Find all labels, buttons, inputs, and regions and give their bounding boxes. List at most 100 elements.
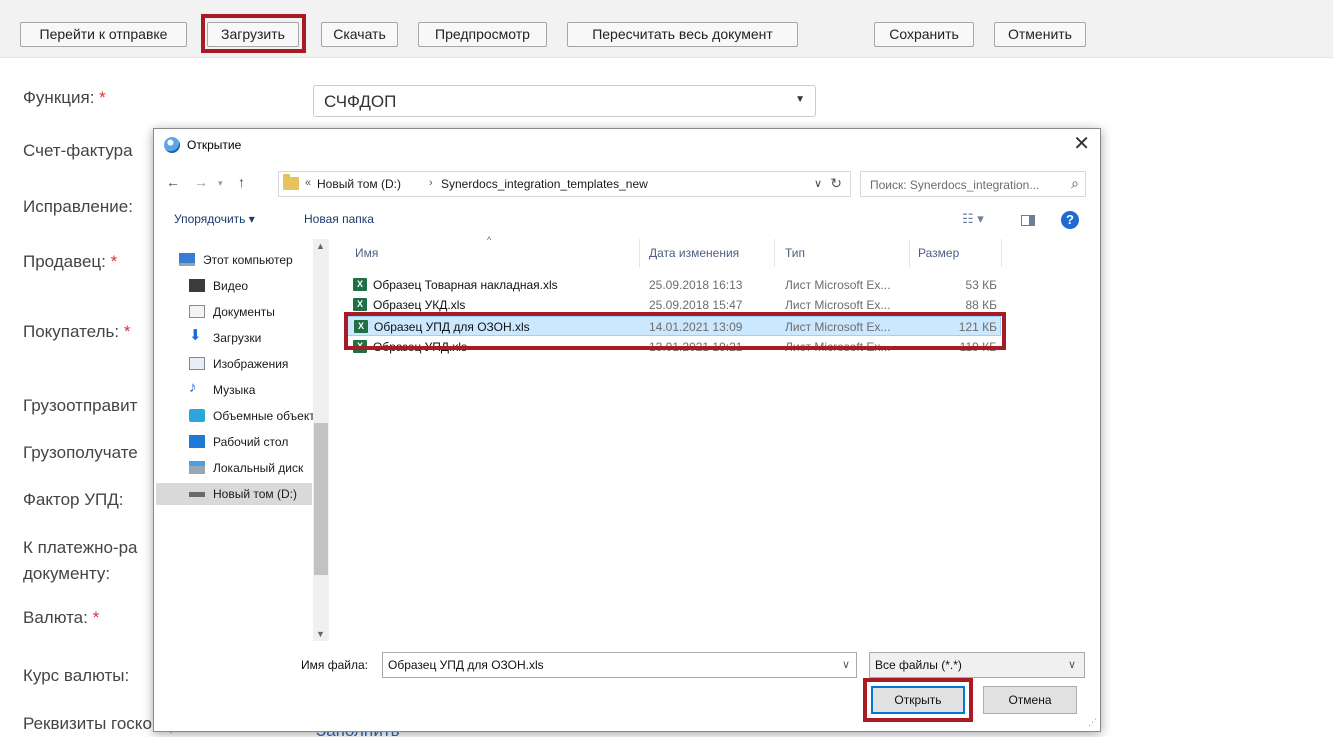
address-dropdown-icon[interactable]: ∨ (814, 177, 822, 190)
file-list: Имя ^ Дата изменения Тип Размер X Образе… (339, 235, 1099, 639)
factor-label: Фактор УПД: (23, 490, 124, 509)
new-folder-button[interactable]: Новая папка (304, 212, 374, 226)
video-icon (189, 279, 205, 292)
open-file-dialog: Открытие ✕ ← → ▾ ↑ « Новый том (D:) › Sy… (153, 128, 1101, 732)
navigation-row: ← → ▾ ↑ « Новый том (D:) › Synerdocs_int… (154, 169, 1100, 199)
tree-item-this-pc[interactable]: Этот компьютер (179, 249, 319, 271)
search-box[interactable]: Поиск: Synerdocs_integration... ⌕ (860, 171, 1086, 197)
breadcrumb-drive[interactable]: Новый том (D:) (317, 177, 401, 191)
history-chevron-icon[interactable]: ▾ (218, 178, 223, 189)
preview-pane-icon[interactable] (1021, 215, 1035, 226)
tree-item-3d-objects[interactable]: Объемные объекты (189, 405, 329, 427)
correction-label: Исправление: (23, 197, 133, 216)
filename-input[interactable]: Образец УПД для ОЗОН.xls ∨ (382, 652, 857, 678)
downloads-icon: ⬇ (189, 327, 202, 344)
images-icon (189, 357, 205, 370)
tree-item-music[interactable]: ♪ Музыка (189, 379, 329, 401)
excel-file-icon: X (354, 320, 368, 333)
file-row-selected[interactable]: X Образец УПД для ОЗОН.xls 14.01.2021 13… (345, 316, 1001, 336)
view-options-icon[interactable]: ☷ ▾ (962, 211, 984, 227)
computer-icon (179, 253, 195, 266)
file-row[interactable]: X Образец УПД.xls 13.01.2021 19:21 Лист … (345, 337, 1001, 357)
tree-item-video[interactable]: Видео (189, 275, 329, 297)
scroll-up-icon[interactable]: ▲ (316, 241, 325, 251)
breadcrumb-separator: › (429, 177, 433, 189)
chevron-down-icon[interactable]: ∨ (1068, 658, 1076, 671)
preview-button[interactable]: Предпросмотр (418, 22, 547, 47)
exchange-rate-label: Курс валюты: (23, 666, 130, 685)
drive-icon (189, 492, 205, 497)
function-label: Функция: * (23, 88, 106, 107)
tree-item-new-volume[interactable]: Новый том (D:) (156, 483, 312, 505)
function-select[interactable]: СЧФДОП ▼ (313, 85, 816, 117)
excel-file-icon: X (353, 298, 367, 311)
scrollbar-thumb[interactable] (314, 423, 328, 575)
column-type[interactable]: Тип (785, 246, 805, 260)
filetype-select[interactable]: Все файлы (*.*) ∨ (869, 652, 1085, 678)
function-value: СЧФДОП (324, 92, 397, 111)
excel-file-icon: X (353, 278, 367, 291)
refresh-icon[interactable]: ↻ (830, 175, 842, 192)
address-overflow[interactable]: « (305, 177, 311, 189)
file-row[interactable]: X Образец Товарная накладная.xls 25.09.2… (345, 275, 1001, 295)
forward-arrow-icon[interactable]: → (194, 174, 208, 190)
resize-grip-icon[interactable]: ⋰ (1088, 717, 1097, 728)
save-button[interactable]: Сохранить (874, 22, 974, 47)
upload-button[interactable]: Загрузить (207, 22, 299, 47)
address-bar[interactable]: « Новый том (D:) › Synerdocs_integration… (278, 171, 851, 197)
sort-chevron-icon: ^ (487, 235, 492, 245)
currency-label: Валюта: * (23, 608, 100, 627)
tree-scrollbar[interactable]: ▲ ▼ (313, 239, 329, 641)
cancel-edit-button[interactable]: Отменить (994, 22, 1086, 47)
open-button[interactable]: Открыть (871, 686, 965, 714)
tree-item-images[interactable]: Изображения (189, 353, 329, 375)
dialog-title: Открытие (187, 138, 242, 152)
close-icon[interactable]: ✕ (1073, 133, 1090, 155)
desktop-icon (189, 435, 205, 448)
filename-value: Образец УПД для ОЗОН.xls (388, 658, 544, 672)
up-arrow-icon[interactable]: ↑ (238, 174, 245, 190)
dialog-app-icon (164, 137, 180, 153)
recalculate-button[interactable]: Пересчитать весь документ (567, 22, 798, 47)
excel-file-icon: X (353, 340, 367, 353)
music-icon: ♪ (189, 379, 197, 396)
command-bar: Упорядочить ▾ Новая папка ☷ ▾ ? (154, 205, 1100, 235)
filetype-value: Все файлы (*.*) (875, 658, 962, 672)
3d-objects-icon (189, 409, 205, 422)
column-name[interactable]: Имя (355, 246, 378, 260)
back-arrow-icon[interactable]: ← (166, 174, 180, 190)
toolbar: Перейти к отправке Загрузить Скачать Пре… (0, 0, 1333, 58)
download-button[interactable]: Скачать (321, 22, 398, 47)
buyer-label: Покупатель: * (23, 322, 131, 341)
dialog-titlebar: Открытие ✕ (154, 129, 1100, 161)
breadcrumb-folder[interactable]: Synerdocs_integration_templates_new (441, 177, 648, 191)
tree-item-downloads[interactable]: ⬇ Загрузки (189, 327, 329, 349)
invoice-label: Счет-фактура (23, 141, 133, 160)
organize-button[interactable]: Упорядочить ▾ (174, 212, 255, 226)
cancel-button[interactable]: Отмена (983, 686, 1077, 714)
help-icon[interactable]: ? (1061, 211, 1079, 229)
chevron-down-icon[interactable]: ∨ (842, 658, 850, 671)
search-placeholder: Поиск: Synerdocs_integration... (870, 178, 1040, 192)
go-to-send-button[interactable]: Перейти к отправке (20, 22, 187, 47)
tree-item-local-disk[interactable]: Локальный диск (189, 457, 329, 479)
documents-icon (189, 305, 205, 318)
file-list-header: Имя ^ Дата изменения Тип Размер (339, 235, 1019, 267)
column-size[interactable]: Размер (918, 246, 959, 260)
column-date[interactable]: Дата изменения (649, 246, 739, 260)
navigation-tree: Этот компьютер Видео Документы ⬇ Загрузк… (155, 239, 323, 639)
consignee-label: Грузополучате (23, 443, 138, 462)
shipper-label: Грузоотправит (23, 396, 138, 415)
scroll-down-icon[interactable]: ▼ (316, 629, 325, 639)
tree-item-documents[interactable]: Документы (189, 301, 329, 323)
local-disk-icon (189, 461, 205, 474)
chevron-down-icon: ▼ (795, 94, 805, 105)
tree-item-desktop[interactable]: Рабочий стол (189, 431, 329, 453)
file-row[interactable]: X Образец УКД.xls 25.09.2018 15:47 Лист … (345, 295, 1001, 315)
payment-doc-label: К платежно-ра (23, 538, 138, 557)
payment-doc-label-cont: документу: (23, 564, 111, 583)
seller-label: Продавец: * (23, 252, 118, 271)
search-icon: ⌕ (1071, 175, 1079, 191)
folder-icon (283, 174, 299, 190)
filename-label: Имя файла: (301, 658, 368, 672)
